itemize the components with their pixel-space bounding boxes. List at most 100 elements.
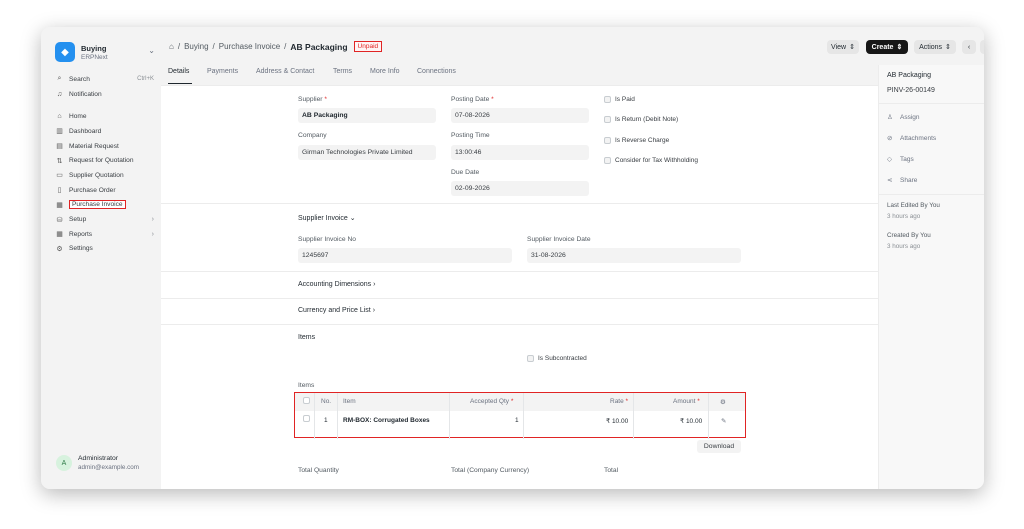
company-field[interactable]: Girman Technologies Private Limited [298,145,436,160]
assign-action[interactable]: ♙ Assign [887,113,920,122]
database-icon: ⛁ [56,216,63,224]
chart-icon: ▥ [56,128,63,136]
posting-date-field[interactable]: 07-08-2026 [451,108,589,123]
breadcrumb: ⌂ / Buying / Purchase Invoice / AB Packa… [169,41,386,52]
tab-address-contact[interactable]: Address & Contact [256,68,314,75]
edit-icon[interactable]: ✎ [721,417,726,425]
created-label: Created By You [887,232,931,239]
breadcrumb-doctype[interactable]: Purchase Invoice [219,42,280,51]
supplier-invoice-no-field[interactable]: 1245697 [298,248,512,263]
paperclip-icon: ⊘ [887,135,893,142]
download-button[interactable]: Download [697,440,741,453]
actions-button[interactable]: Actions ⇕ [914,40,956,54]
user-menu[interactable]: A Administrator admin@example.com [56,455,139,471]
attachments-action[interactable]: ⊘ Attachments [887,134,936,143]
gear-icon: ⚙ [56,245,63,253]
page-title: AB Packaging [290,41,348,52]
due-date-field[interactable]: 02-09-2026 [451,181,589,196]
col-rate: Rate * [610,398,629,405]
items-label: Items [298,382,315,389]
user-name: Administrator [78,455,119,462]
posting-date-label: Posting Date * [451,96,494,103]
updown-icon: ⇕ [945,44,951,51]
tab-details[interactable]: Details [168,68,189,75]
sidebar-item-request-for-quotation[interactable]: ⇅ Request for Quotation [54,153,158,168]
sidebar-item-supplier-quotation[interactable]: ▭ Supplier Quotation [54,168,158,183]
table-icon: ▦ [56,231,63,239]
supplier-invoice-date-field[interactable]: 31-08-2026 [527,248,741,263]
home-icon: ⌂ [57,113,62,121]
sidebar-item-settings[interactable]: ⚙ Settings [54,242,158,257]
user-icon: ♙ [887,114,893,121]
items-table: No. Item Accepted Qty * Rate * Amount * … [294,392,746,439]
row-qty[interactable]: 1 [515,417,519,424]
tags-action[interactable]: ◇ Tags [887,155,914,164]
doc-id: PINV-26-00149 [887,87,935,94]
status-badge: Unpaid [353,41,383,52]
is-return-checkbox[interactable]: Is Return (Debit Note) [604,116,678,123]
currency-price-list-toggle[interactable]: Currency and Price List › [298,307,375,314]
sidebar-item-material-request[interactable]: ▤ Material Request [54,139,158,154]
view-button[interactable]: View ⇕ [827,40,859,54]
due-date-label: Due Date [451,169,480,176]
chevron-down-icon: ⌄ [148,46,155,55]
share-icon: ⋖ [887,177,893,184]
row-amount[interactable]: ₹ 10.00 [680,417,702,425]
sidebar-item-home[interactable]: ⌂ Home [54,109,158,124]
row-item[interactable]: RM-BOX: Corrugated Boxes [343,417,430,424]
row-no: 1 [324,417,328,424]
supplier-invoice-no-label: Supplier Invoice No [298,236,356,243]
created-time: 3 hours ago [887,243,921,250]
total-company-currency-label: Total (Company Currency) [451,467,530,474]
tab-payments[interactable]: Payments [207,68,238,75]
sidebar-item-setup[interactable]: ⛁ Setup › [54,212,158,227]
app-subtitle: ERPNext [81,53,108,61]
app-switcher[interactable]: ◆ Buying ERPNext ⌄ [55,41,155,63]
chevron-right-icon: › [151,230,154,238]
supplier-invoice-section-toggle[interactable]: Supplier Invoice ⌄ [298,214,356,222]
sidebar-item-dashboard[interactable]: ▥ Dashboard [54,124,158,139]
home-icon[interactable]: ⌂ [169,42,174,51]
total-quantity-label: Total Quantity [298,467,339,474]
create-button[interactable]: Create ⇕ [866,40,908,54]
chevron-right-icon: › [372,307,376,314]
is-reverse-charge-checkbox[interactable]: Is Reverse Charge [604,137,669,144]
tax-withholding-checkbox[interactable]: Consider for Tax Withholding [604,157,698,164]
posting-time-field[interactable]: 13:00:46 [451,145,589,160]
user-email: admin@example.com [78,464,139,471]
active-tab-indicator [168,83,192,84]
row-rate[interactable]: ₹ 10.00 [606,417,628,425]
tab-more-info[interactable]: More Info [370,68,400,75]
total-label: Total [604,467,619,474]
page-header: ⌂ / Buying / Purchase Invoice / AB Packa… [161,27,984,65]
tab-terms[interactable]: Terms [333,68,352,75]
breadcrumb-module[interactable]: Buying [184,42,208,51]
tab-connections[interactable]: Connections [417,68,456,75]
is-subcontracted-checkbox[interactable]: Is Subcontracted [527,355,587,362]
sidebar-item-purchase-invoice[interactable]: ▦ Purchase Invoice [54,198,158,213]
chevron-down-icon: ⌄ [349,215,356,222]
form-body: Supplier * AB Packaging Company Girman T… [161,85,878,489]
sidebar-item-purchase-order[interactable]: ▯ Purchase Order [54,183,158,198]
col-item: Item [343,398,356,405]
sidebar-search[interactable]: ⌕ Search Ctrl+K [54,72,158,87]
previous-doc-button[interactable]: ‹ [962,40,976,54]
last-edited-label: Last Edited By You [887,202,940,209]
last-edited-time: 3 hours ago [887,213,921,220]
posting-time-label: Posting Time [451,132,490,139]
is-paid-checkbox[interactable]: Is Paid [604,96,635,103]
sidebar-notification[interactable]: ♫ Notification [54,87,158,102]
avatar: A [56,455,72,471]
form-sidebar: AB Packaging PINV-26-00149 ♙ Assign ⊘ Atta… [878,65,984,489]
doc-title: AB Packaging [887,72,931,79]
sidebar-item-reports[interactable]: ▦ Reports › [54,227,158,242]
app-window: ◆ Buying ERPNext ⌄ ⌕ Search Ctrl+K ♫ Not… [41,27,984,489]
flow-icon: ⇅ [56,157,63,165]
gear-icon[interactable]: ⚙ [720,398,726,406]
row-checkbox[interactable] [303,415,310,424]
select-all-checkbox[interactable] [303,397,310,406]
accounting-dimensions-toggle[interactable]: Accounting Dimensions › [298,281,375,288]
next-doc-button[interactable]: › [980,40,984,54]
share-action[interactable]: ⋖ Share [887,176,917,185]
supplier-field[interactable]: AB Packaging [298,108,436,123]
